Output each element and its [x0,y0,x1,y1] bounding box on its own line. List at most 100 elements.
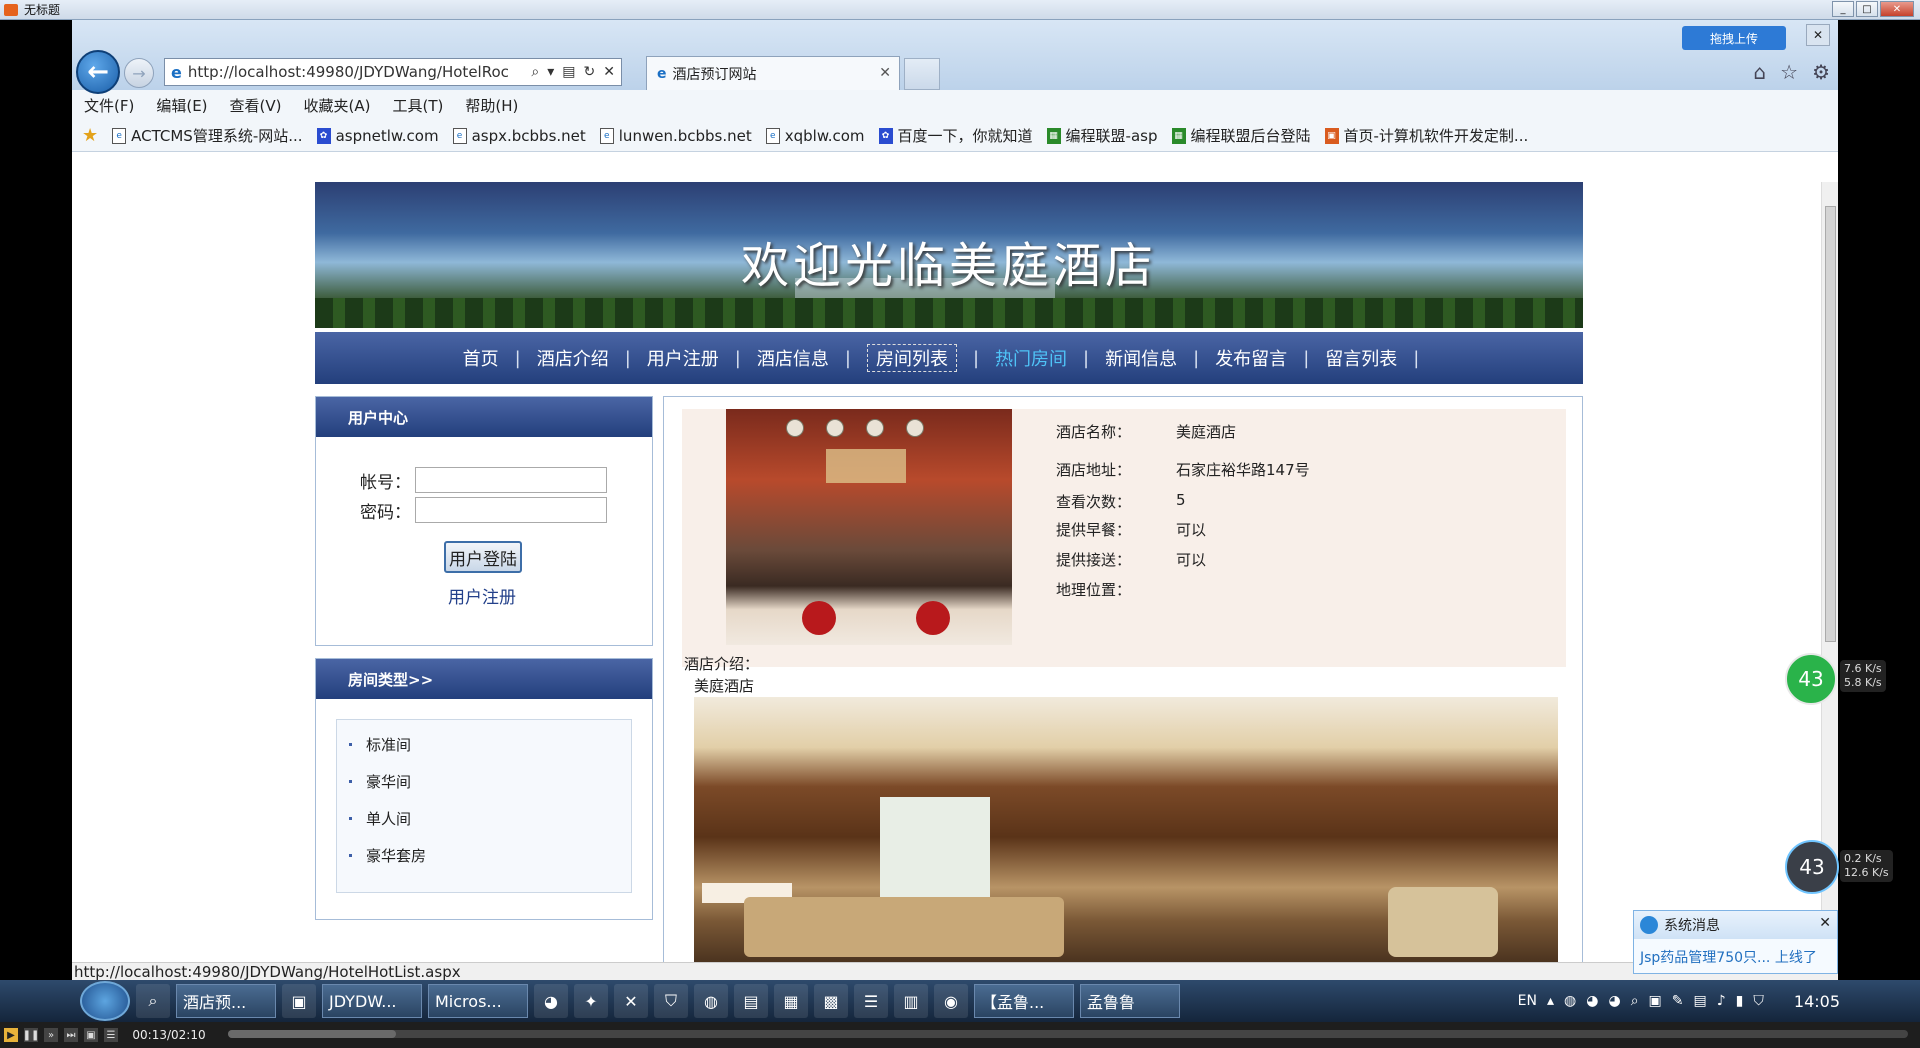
clock-shape [866,419,884,437]
tray-icon[interactable]: ▤ [1694,993,1707,1009]
fav-item[interactable]: ▦ 编程联盟-asp [1046,125,1158,146]
new-tab-button[interactable] [904,58,940,90]
app-icon[interactable]: ☰ [854,984,888,1018]
login-button[interactable]: 用户登陆 [444,541,522,573]
nav-hot-rooms[interactable]: 热门房间 [995,345,1067,371]
taskbar-item-browser[interactable]: 酒店预... [176,984,276,1018]
room-type-item[interactable]: 标准间 [349,734,619,755]
nav-user-register[interactable]: 用户注册 [647,345,719,371]
fav-item[interactable]: ▦ 编程联盟后台登陆 [1171,125,1311,146]
scroll-thumb[interactable] [1825,206,1836,642]
room-type-item[interactable]: 单人间 [349,808,619,829]
fav-item[interactable]: e xqblw.com [765,127,865,145]
address-url[interactable]: http://localhost:49980/JDYDWang/HotelRoc [188,63,532,81]
taskbar-clock[interactable]: 14:05 [1794,992,1840,1011]
pause-icon[interactable]: ❚❚ [23,1028,39,1042]
tab-close-icon[interactable]: ✕ [879,65,891,81]
tray-icon[interactable]: ◕ [1586,993,1598,1009]
toolbox-icon[interactable]: ▣ [282,984,316,1018]
baidu-upload-button[interactable]: 拖拽上传 [1682,26,1786,50]
close-button[interactable]: ✕ [1880,1,1914,17]
tab-hotel-site[interactable]: e 酒店预订网站 ✕ [646,56,900,90]
fav-item[interactable]: ▣ 首页-计算机软件开发定制... [1324,125,1528,146]
favorites-star-icon[interactable]: ☆ [1780,60,1798,84]
play-icon[interactable]: ▶ [4,1028,18,1042]
menu-file[interactable]: 文件(F) [84,95,134,116]
room-type-item[interactable]: 豪华间 [349,771,619,792]
nav-hotel-intro[interactable]: 酒店介绍 [537,345,609,371]
tray-icon[interactable]: ✎ [1672,993,1684,1009]
taskbar-item-chat[interactable]: 孟鲁鲁 [1080,984,1180,1018]
next-icon[interactable]: ⏭ [64,1028,78,1042]
taskbar-item-ms[interactable]: Micros... [428,984,528,1018]
panel-close-icon[interactable]: ✕ [1806,24,1830,46]
fav-item[interactable]: ✿ aspnetlw.com [316,127,439,145]
app-icon[interactable]: ▤ [734,984,768,1018]
fav-item[interactable]: ✿ 百度一下，你就知道 [878,125,1033,146]
tray-icon[interactable]: ⌕ [1631,993,1639,1009]
app-icon[interactable]: ◍ [694,984,728,1018]
capture-icon[interactable]: ▣ [84,1028,98,1042]
room-type-item[interactable]: 豪华套房 [349,845,619,866]
app-icon[interactable]: ▩ [814,984,848,1018]
tray-icon[interactable]: ◍ [1564,993,1576,1009]
tray-expand-icon[interactable]: ▴ [1547,993,1554,1009]
dropdown-icon[interactable]: ▾ [547,64,554,80]
forward-button[interactable]: → [124,58,154,88]
register-link[interactable]: 用户注册 [448,583,516,608]
menu-help[interactable]: 帮助(H) [465,95,518,116]
volume-icon[interactable]: ♪ [1717,993,1726,1009]
menu-edit[interactable]: 编辑(E) [156,95,207,116]
qq-icon[interactable]: ◕ [534,984,568,1018]
sysmsg-close-icon[interactable]: ✕ [1819,915,1831,931]
compat-icon[interactable]: ▤ [562,64,575,80]
search-icon[interactable]: ⌕ [531,64,539,80]
app-icon[interactable]: ✦ [574,984,608,1018]
tray-icon[interactable]: ▣ [1649,993,1662,1009]
app-icon[interactable]: ▦ [774,984,808,1018]
account-input[interactable] [415,467,607,493]
shield-icon[interactable]: ⛉ [1753,993,1764,1009]
lang-indicator[interactable]: EN [1518,993,1537,1009]
taskbar-item-vs[interactable]: JDYDW... [322,984,422,1018]
chrome-icon[interactable]: ◉ [934,984,968,1018]
start-button[interactable] [80,981,130,1021]
sysmsg-body[interactable]: Jsp药品管理750只... 上线了 [1634,939,1837,975]
list-icon[interactable]: ☰ [104,1028,118,1042]
shield-icon[interactable]: ⛉ [654,984,688,1018]
menu-tools[interactable]: 工具(T) [392,95,443,116]
nav-post-message[interactable]: 发布留言 [1215,345,1287,371]
net-up: 0.2 K/s [1844,852,1882,865]
back-button[interactable]: ← [76,50,120,94]
nav-room-list[interactable]: 房间列表 [866,344,957,372]
refresh-icon[interactable]: ↻ [584,64,596,80]
nav-message-list[interactable]: 留言列表 [1325,345,1397,371]
password-input[interactable] [415,497,607,523]
fast-forward-icon[interactable]: » [44,1028,58,1042]
tray-icon[interactable]: ◕ [1608,993,1620,1009]
net-monitor-dark[interactable]: 43 [1785,840,1839,894]
minimize-button[interactable]: _ [1832,1,1854,17]
room-types-body: 标准间 豪华间 单人间 豪华套房 [316,699,652,919]
net-monitor-green[interactable]: 43 [1785,653,1837,705]
menu-view[interactable]: 查看(V) [230,95,282,116]
maximize-button[interactable]: □ [1856,1,1878,17]
app-icon[interactable]: ▥ [894,984,928,1018]
nav-news[interactable]: 新闻信息 [1105,345,1177,371]
address-bar[interactable]: e http://localhost:49980/JDYDWang/HotelR… [164,58,622,86]
fav-item[interactable]: e lunwen.bcbbs.net [599,127,752,145]
fav-item[interactable]: e aspx.bcbbs.net [452,127,586,145]
app-icon[interactable]: ✕ [614,984,648,1018]
nav-hotel-info[interactable]: 酒店信息 [757,345,829,371]
home-icon[interactable]: ⌂ [1753,60,1766,84]
nav-home[interactable]: 首页 [463,345,499,371]
search-icon[interactable]: ⌕ [136,984,170,1018]
menu-favorites[interactable]: 收藏夹(A) [304,95,371,116]
fav-item[interactable]: e ACTCMS管理系统-网站... [112,125,303,146]
network-icon[interactable]: ▮ [1736,993,1744,1009]
favorites-add-icon[interactable]: ★ [82,125,98,146]
taskbar-item-folder[interactable]: 【孟鲁... [974,984,1074,1018]
stop-icon[interactable]: ✕ [603,64,615,80]
gear-icon[interactable]: ⚙ [1812,60,1830,84]
player-progress[interactable] [228,1030,1908,1038]
